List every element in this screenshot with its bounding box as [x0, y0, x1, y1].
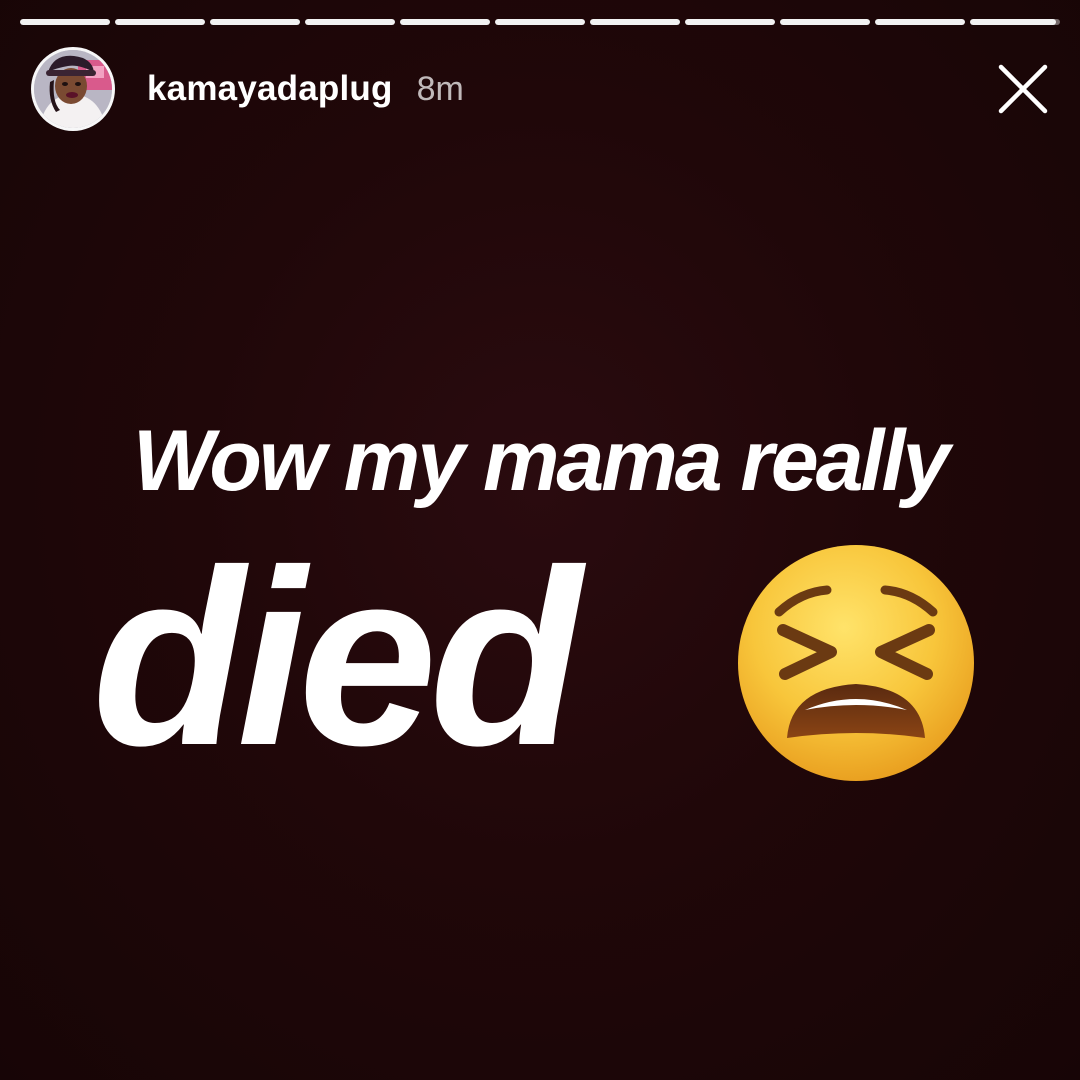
close-button[interactable]	[995, 61, 1051, 117]
story-text-line-1: Wow my mama really	[132, 413, 950, 509]
progress-segment	[685, 19, 775, 25]
close-icon	[998, 64, 1048, 114]
timestamp: 8m	[416, 70, 464, 108]
progress-segment-fill	[590, 19, 680, 25]
progress-segment	[970, 19, 1060, 25]
progress-segment	[590, 19, 680, 25]
progress-segment	[495, 19, 585, 25]
story-viewer[interactable]: kamayadaplug 8m Wow my mama really died	[0, 0, 1080, 1080]
progress-segment	[780, 19, 870, 25]
avatar-image	[34, 50, 112, 128]
progress-segment-fill	[210, 19, 300, 25]
progress-segment-fill	[400, 19, 490, 25]
tired-face-emoji	[735, 542, 977, 784]
progress-segment-fill	[115, 19, 205, 25]
story-text-line-2-row: died	[92, 518, 582, 797]
avatar[interactable]	[31, 47, 115, 131]
username[interactable]: kamayadaplug	[147, 47, 393, 131]
story-progress-bar	[20, 19, 1060, 25]
progress-segment-fill	[685, 19, 775, 25]
progress-segment-fill	[780, 19, 870, 25]
story-text-line-2: died	[92, 518, 582, 797]
story-header: kamayadaplug 8m	[31, 47, 1054, 131]
progress-segment	[400, 19, 490, 25]
progress-segment	[20, 19, 110, 25]
progress-segment-fill	[970, 19, 1056, 25]
progress-segment-fill	[875, 19, 965, 25]
progress-segment-fill	[495, 19, 585, 25]
progress-segment	[115, 19, 205, 25]
progress-segment-fill	[305, 19, 395, 25]
progress-segment	[875, 19, 965, 25]
progress-segment	[210, 19, 300, 25]
progress-segment	[305, 19, 395, 25]
progress-segment-fill	[20, 19, 110, 25]
